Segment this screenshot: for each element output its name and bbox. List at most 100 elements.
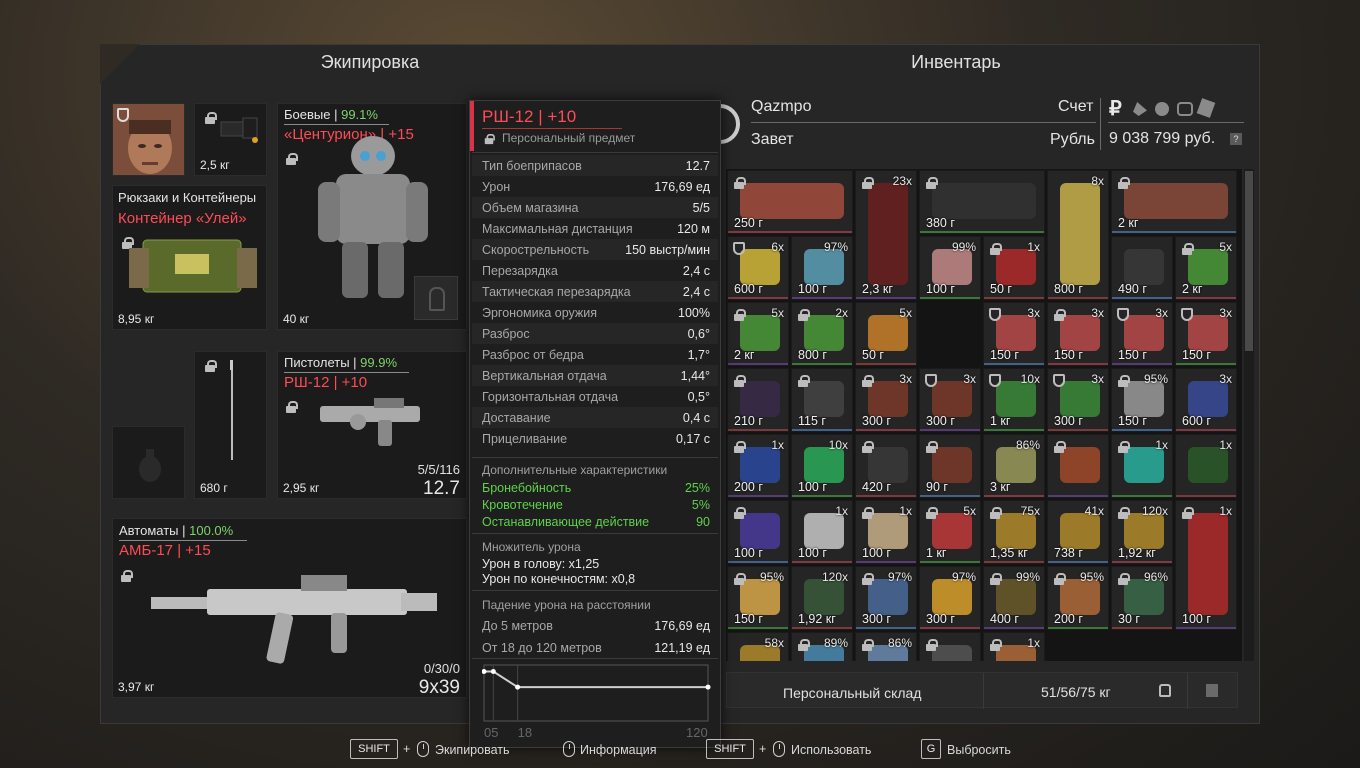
inventory-item[interactable]: 58x xyxy=(727,632,789,661)
inventory-item[interactable]: 2 кг xyxy=(1111,170,1237,234)
inventory-item[interactable]: 1x 100 г xyxy=(1175,500,1237,630)
inventory-item[interactable]: 99% 400 г xyxy=(983,566,1045,630)
stat-label: Урон xyxy=(482,180,511,194)
inventory-item[interactable]: 86% xyxy=(855,632,917,661)
link-icon[interactable] xyxy=(1177,102,1193,116)
scrollbar-thumb[interactable] xyxy=(1245,171,1253,351)
inventory-item[interactable]: 1x 100 г xyxy=(855,500,917,564)
inventory-item[interactable]: 420 г xyxy=(855,434,917,498)
storage-button[interactable]: Персональный склад xyxy=(783,685,921,701)
inventory-item[interactable]: 250 г xyxy=(727,170,853,234)
inventory-item[interactable]: 3x 300 г xyxy=(855,368,917,432)
inventory-item[interactable]: 3x 150 г xyxy=(1111,302,1173,366)
inventory-item[interactable]: 490 г xyxy=(1111,236,1173,300)
ticket-icon[interactable] xyxy=(1196,98,1216,118)
lock-icon xyxy=(205,112,217,124)
inventory-header: Инвентарь xyxy=(911,52,1001,72)
character-portrait[interactable] xyxy=(112,103,185,176)
grenade-icon xyxy=(139,449,161,482)
inventory-item[interactable]: 210 г xyxy=(727,368,789,432)
item-weight: 100 г xyxy=(862,546,891,560)
inventory-item[interactable]: 1x 200 г xyxy=(727,434,789,498)
lock-icon xyxy=(862,375,874,387)
help-icon[interactable]: ? xyxy=(1230,133,1242,145)
inventory-item[interactable]: 5x 1 кг xyxy=(919,500,981,564)
inventory-item[interactable]: 89% xyxy=(791,632,853,661)
inventory-item[interactable]: 96% 30 г xyxy=(1111,566,1173,630)
stat-row: Прицеливание 0,17 с xyxy=(472,428,718,449)
grenade-slot[interactable] xyxy=(112,426,185,499)
inventory-item[interactable]: 3x 150 г xyxy=(983,302,1045,366)
inventory-item[interactable]: 97% 300 г xyxy=(855,566,917,630)
balance-divider xyxy=(1108,122,1244,123)
inventory-item[interactable]: 10x 100 г xyxy=(791,434,853,498)
helmet-slot[interactable]: 2,5 кг xyxy=(194,103,267,176)
hint-drop: Выбросить xyxy=(947,743,1011,757)
inventory-item[interactable]: 3x 300 г xyxy=(1047,368,1109,432)
trash-icon[interactable] xyxy=(1206,684,1218,697)
rarity-line xyxy=(1176,495,1236,497)
inventory-item[interactable]: 1x xyxy=(1175,434,1237,498)
stat-label: Разброс xyxy=(482,327,530,341)
inventory-item[interactable]: 3x 150 г xyxy=(1047,302,1109,366)
inventory-item[interactable]: 1x xyxy=(983,632,1045,661)
inventory-item[interactable]: 3x 150 г xyxy=(1175,302,1237,366)
inventory-item[interactable]: 23x 2,3 кг xyxy=(855,170,917,300)
inventory-item[interactable] xyxy=(1047,434,1109,498)
coin-icon[interactable] xyxy=(1155,102,1169,116)
inventory-item[interactable]: 10x 1 кг xyxy=(983,368,1045,432)
inventory-scrollbar[interactable] xyxy=(1244,169,1254,661)
stat-label: Перезарядка xyxy=(482,264,558,278)
balance-value: 9 038 799 руб. xyxy=(1109,130,1216,147)
pistol-slot[interactable]: Пистолеты | 99.9% РШ-12 | +10 5/5/116 12… xyxy=(277,351,467,499)
inventory-item[interactable]: 3x 300 г xyxy=(919,368,981,432)
inventory-item[interactable]: 1x xyxy=(1111,434,1173,498)
rarity-line xyxy=(1112,627,1172,629)
inventory-item[interactable]: 5x 2 кг xyxy=(1175,236,1237,300)
inventory-grid: 250 г 23x 2,3 кг 380 г 8x 800 г 2 кг 6x 600 г 97%… xyxy=(726,169,1242,661)
inventory-item[interactable]: 6x 600 г xyxy=(727,236,789,300)
inventory-item[interactable]: 97% 100 г xyxy=(791,236,853,300)
inventory-item[interactable]: 97% 300 г xyxy=(919,566,981,630)
inventory-item[interactable]: 75x 1,35 кг xyxy=(983,500,1045,564)
inventory-item[interactable]: 95% 150 г xyxy=(1111,368,1173,432)
inventory-item[interactable]: 95% 200 г xyxy=(1047,566,1109,630)
inventory-item[interactable]: 100 г xyxy=(727,500,789,564)
armor-mod-slot[interactable] xyxy=(414,276,458,320)
inventory-item[interactable] xyxy=(919,632,981,661)
feather-icon[interactable] xyxy=(1133,102,1147,116)
stat-label: Вертикальная отдача xyxy=(482,369,607,383)
item-count: 3x xyxy=(963,372,976,386)
ruble-icon[interactable]: ₽ xyxy=(1109,96,1122,121)
item-weight: 600 г xyxy=(734,282,763,296)
inventory-item[interactable]: 1x 100 г xyxy=(791,500,853,564)
inventory-item[interactable]: 99% 100 г xyxy=(919,236,981,300)
item-image xyxy=(868,513,908,549)
melee-slot[interactable]: 680 г xyxy=(194,351,267,499)
stat-label: Прицеливание xyxy=(482,432,568,446)
inventory-item[interactable]: 2x 800 г xyxy=(791,302,853,366)
inventory-item[interactable]: 120x 1,92 кг xyxy=(1111,500,1173,564)
item-count: 3x xyxy=(1091,372,1104,386)
stat-value: 120 м xyxy=(677,222,710,236)
inventory-item[interactable]: 8x 800 г xyxy=(1047,170,1109,300)
inventory-item[interactable]: 90 г xyxy=(919,434,981,498)
shield-icon xyxy=(989,308,1001,321)
inventory-item[interactable]: 5x 2 кг xyxy=(727,302,789,366)
rifle-slot[interactable]: Автоматы | 100.0% АМБ-17 | +15 0/30/0 9x… xyxy=(112,518,467,698)
inventory-item[interactable]: 120x 1,92 кг xyxy=(791,566,853,630)
inventory-item[interactable]: 115 г xyxy=(791,368,853,432)
container-slot[interactable]: Рюкзаки и Контейнеры Контейнер «Улей» 8,… xyxy=(112,185,267,330)
inventory-item[interactable]: 380 г xyxy=(919,170,1045,234)
lock-icon xyxy=(862,177,874,189)
tooltip-divider xyxy=(472,457,718,458)
inventory-item[interactable]: 95% 150 г xyxy=(727,566,789,630)
item-image xyxy=(932,645,972,661)
inventory-item[interactable]: 3x 600 г xyxy=(1175,368,1237,432)
inventory-item[interactable]: 1x 50 г xyxy=(983,236,1045,300)
armor-slot[interactable]: Боевые | 99.1% «Центурион» | +15 40 кг xyxy=(277,103,467,330)
inventory-item[interactable]: 5x 50 г xyxy=(855,302,917,366)
inventory-item[interactable]: 86% 3 кг xyxy=(983,434,1045,498)
inventory-item[interactable]: 41x 738 г xyxy=(1047,500,1109,564)
lock-icon xyxy=(734,573,746,585)
